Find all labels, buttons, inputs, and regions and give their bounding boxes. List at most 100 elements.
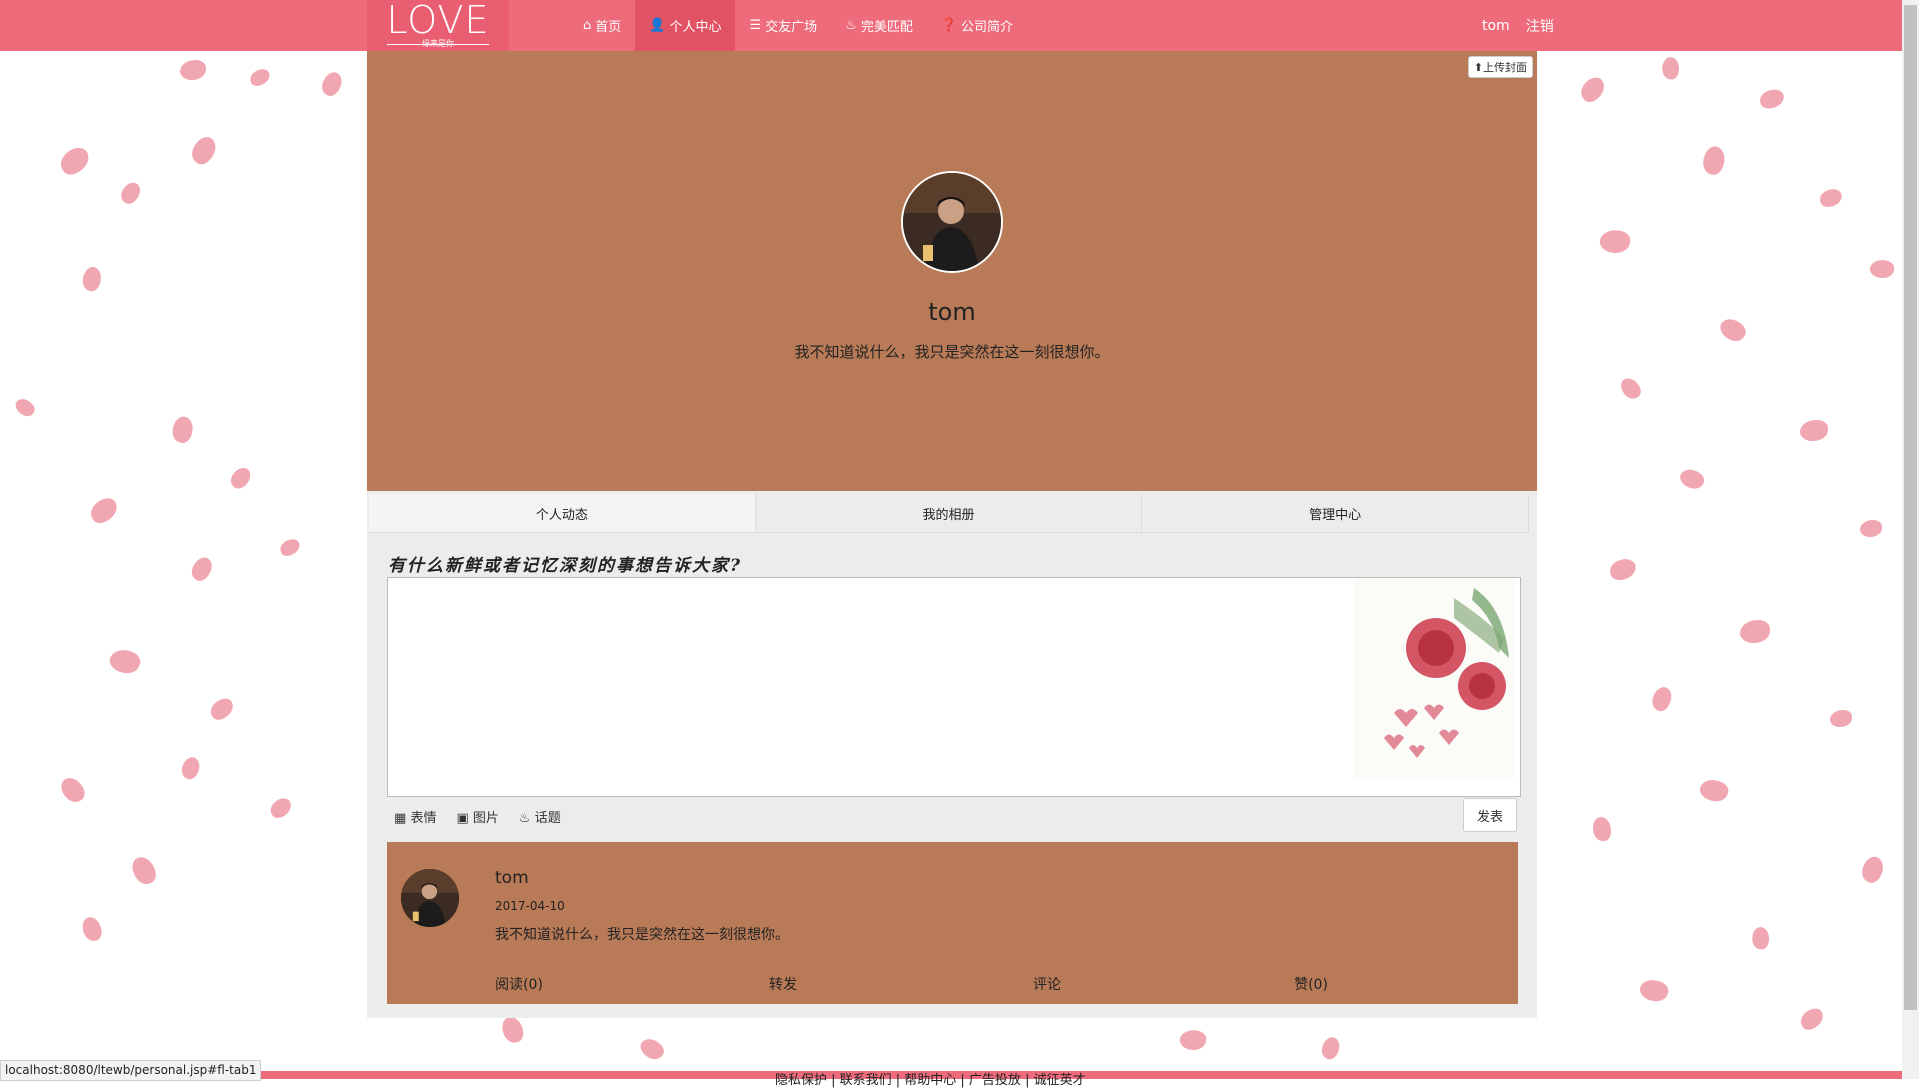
- tab-my-album[interactable]: 我的相册: [756, 494, 1143, 532]
- nav-item-company-intro[interactable]: ❓ 公司简介: [927, 0, 1027, 51]
- petal-decoration: [186, 133, 222, 168]
- nav-item-perfect-match[interactable]: ♨ 完美匹配: [831, 0, 927, 51]
- petal-decoration: [637, 1034, 667, 1064]
- feed-actions: 阅读(0) 转发 评论 赞(0): [387, 974, 1518, 994]
- petal-decoration: [1648, 684, 1676, 714]
- petal-decoration: [1598, 227, 1632, 255]
- forward-button[interactable]: 转发: [651, 974, 915, 994]
- petal-decoration: [1318, 1034, 1344, 1062]
- nav-user-area: tom 注销: [1482, 0, 1570, 51]
- petal-decoration: [1860, 520, 1882, 537]
- browser-status-url: localhost:8080/ltewb/personal.jsp#fl-tab…: [0, 1060, 262, 1081]
- nav-item-friend-square[interactable]: ☰ 交友广场: [735, 0, 831, 51]
- fire-icon: ♨: [845, 18, 857, 33]
- petal-decoration: [1858, 853, 1888, 886]
- image-icon: ▣: [456, 811, 469, 826]
- petal-decoration: [1699, 143, 1729, 178]
- user-icon: 👤: [649, 18, 666, 33]
- petal-decoration: [107, 645, 143, 677]
- nav-menu: ⌂ 首页 👤 个人中心 ☰ 交友广场 ♨ 完美匹配 ❓ 公司简介: [569, 0, 1027, 51]
- petal-decoration: [1178, 1027, 1208, 1052]
- emoji-tool[interactable]: ▦ 表情: [394, 807, 436, 826]
- topic-tool[interactable]: ♨ 话题: [519, 807, 561, 826]
- profile-cover: ⬆上传封面 tom 我不知道说什么，我只是突然在这一刻很想你。: [367, 51, 1537, 491]
- petal-decoration: [278, 537, 302, 558]
- petal-decoration: [1608, 557, 1638, 582]
- upload-cover-label: 上传封面: [1483, 61, 1527, 74]
- profile-tabs: 个人动态 我的相册 管理中心: [369, 494, 1530, 533]
- feed-item: tom 2017-04-10 我不知道说什么，我只是突然在这一刻很想你。 阅读(…: [387, 842, 1518, 1004]
- petal-decoration: [1716, 313, 1750, 346]
- home-icon: ⌂: [583, 18, 592, 33]
- grid-icon: ▦: [394, 811, 407, 826]
- avatar-photo: [903, 173, 1001, 271]
- nav-item-label: 完美匹配: [860, 20, 913, 35]
- image-tool[interactable]: ▣ 图片: [456, 807, 498, 826]
- petal-decoration: [267, 795, 295, 821]
- logout-link[interactable]: 注销: [1526, 16, 1554, 36]
- topic-tool-label: 话题: [534, 811, 561, 826]
- petal-decoration: [1750, 925, 1772, 951]
- nav-item-personal-center[interactable]: 👤 个人中心: [635, 0, 736, 51]
- petal-decoration: [117, 179, 145, 207]
- petal-decoration: [248, 67, 272, 88]
- feed-avatar[interactable]: [401, 869, 459, 927]
- petal-decoration: [1830, 710, 1852, 727]
- petal-decoration: [58, 773, 88, 806]
- nav-item-label: 公司简介: [961, 20, 1014, 35]
- top-navbar: LOVE 缘来是你 ⌂ 首页 👤 个人中心 ☰ 交友广场 ♨ 完美匹配 ❓ 公司…: [0, 0, 1902, 51]
- comment-button[interactable]: 评论: [915, 974, 1179, 994]
- feed-author-name[interactable]: tom: [495, 868, 529, 888]
- petal-decoration: [56, 144, 94, 179]
- image-tool-label: 图片: [472, 811, 499, 826]
- petal-decoration: [1677, 465, 1707, 493]
- logo-text: LOVE: [386, 0, 490, 42]
- tab-management-center[interactable]: 管理中心: [1142, 494, 1530, 532]
- nav-item-label: 个人中心: [669, 20, 722, 35]
- petal-decoration: [1697, 775, 1731, 806]
- petal-decoration: [12, 395, 38, 420]
- like-button[interactable]: 赞(0): [1179, 974, 1443, 994]
- profile-bio: 我不知道说什么，我只是突然在这一刻很想你。: [794, 343, 1110, 361]
- main-content: ⬆上传封面 tom 我不知道说什么，我只是突然在这一刻很想你。 个人动态 我的相…: [367, 51, 1537, 1018]
- petal-decoration: [1797, 1005, 1827, 1033]
- nav-item-label: 首页: [595, 20, 622, 35]
- profile-name: tom: [928, 298, 976, 326]
- logo[interactable]: LOVE 缘来是你: [367, 0, 509, 51]
- avatar-photo: [401, 869, 459, 927]
- publish-button[interactable]: 发表: [1463, 798, 1517, 832]
- feed-date: 2017-04-10: [495, 899, 565, 913]
- emoji-tool-label: 表情: [410, 811, 437, 826]
- petal-decoration: [1637, 975, 1671, 1006]
- read-count[interactable]: 阅读(0): [387, 974, 651, 994]
- petal-decoration: [227, 464, 255, 492]
- petal-decoration: [1576, 73, 1610, 106]
- petal-decoration: [129, 853, 159, 888]
- scrollbar-thumb[interactable]: [1904, 5, 1917, 1010]
- petal-decoration: [81, 915, 103, 943]
- nav-item-label: 交友广场: [765, 20, 818, 35]
- petal-decoration: [1758, 88, 1786, 110]
- tab-personal-feed[interactable]: 个人动态: [369, 494, 756, 532]
- fire-icon: ♨: [518, 811, 531, 826]
- logo-arrow-line: [387, 44, 489, 45]
- list-icon: ☰: [749, 18, 762, 33]
- petal-decoration: [1618, 374, 1644, 402]
- petal-decoration: [1818, 188, 1844, 209]
- petal-decoration: [1800, 420, 1828, 441]
- post-textarea[interactable]: [387, 577, 1521, 797]
- petal-decoration: [1593, 817, 1611, 841]
- petal-decoration: [1740, 620, 1770, 643]
- profile-avatar[interactable]: [901, 171, 1003, 273]
- petal-decoration: [317, 69, 347, 99]
- rose-decoration: [1354, 578, 1514, 778]
- petal-decoration: [169, 414, 197, 446]
- petal-decoration: [86, 494, 122, 527]
- nav-item-home[interactable]: ⌂ 首页: [569, 0, 635, 51]
- nav-username-link[interactable]: tom: [1482, 18, 1510, 34]
- feed-text: 我不知道说什么，我只是突然在这一刻很想你。: [495, 927, 789, 943]
- composer-prompt: 有什么新鲜或者记忆深刻的事想告诉大家?: [388, 556, 742, 576]
- petal-decoration: [1660, 55, 1682, 81]
- upload-cover-button[interactable]: ⬆上传封面: [1467, 56, 1533, 78]
- petal-decoration: [79, 264, 105, 294]
